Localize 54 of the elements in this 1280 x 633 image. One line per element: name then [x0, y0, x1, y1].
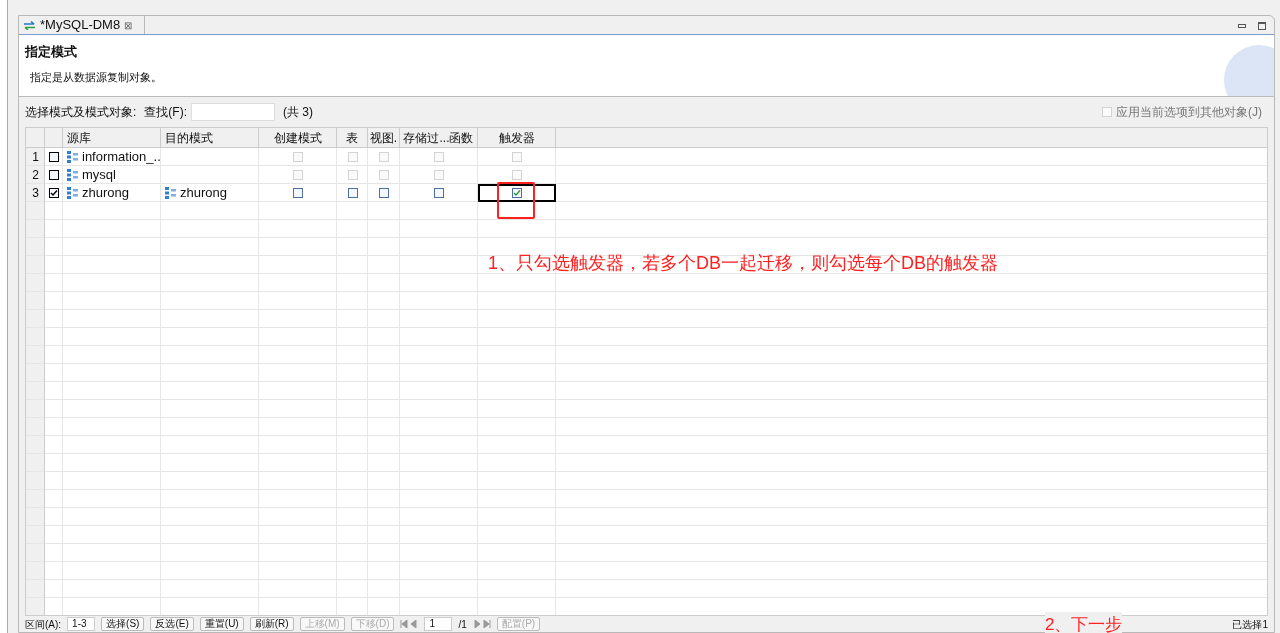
checkbox[interactable] [293, 188, 303, 198]
checkbox[interactable] [49, 170, 59, 180]
input-field[interactable]: 1 [424, 617, 453, 631]
page-description: 指定是从数据源复制对象。 [30, 69, 163, 85]
table-cell-text: zhurong [82, 184, 129, 203]
first-previous-page-icon[interactable] [400, 620, 419, 628]
result-count: (共 3) [283, 104, 313, 121]
column-header[interactable]: 源库 [63, 128, 161, 147]
column-header[interactable]: 触发器 [478, 128, 556, 147]
toolbar-button[interactable]: 选择(S) [101, 617, 145, 631]
schema-icon [67, 151, 79, 163]
checkbox[interactable] [49, 152, 59, 162]
page-title: 指定模式 [25, 43, 78, 61]
schema-icon [67, 187, 79, 199]
maximize-icon[interactable] [1258, 22, 1266, 30]
selection-status: 已选择1 [1232, 617, 1268, 632]
highlight-rectangle [497, 182, 535, 219]
checkbox[interactable] [49, 188, 59, 198]
schema-icon [67, 169, 79, 181]
section-label: 选择模式及模式对象: [25, 104, 137, 121]
check-icon [513, 189, 521, 197]
close-icon[interactable]: ⊠ [124, 17, 133, 33]
row-number: 1 [32, 149, 39, 166]
annotation-text: 1、只勾选触发器，若多个DB一起迁移，则勾选每个DB的触发器 [488, 252, 999, 275]
column-header[interactable]: 创建模式 [259, 128, 337, 147]
row-number: 2 [32, 167, 39, 184]
checkbox[interactable] [347, 188, 358, 198]
search-field[interactable] [191, 103, 275, 121]
column-header[interactable]: 视图. [368, 128, 400, 147]
column-header[interactable]: 存储过...函数 [400, 128, 478, 147]
bottom-label: 区间(A): [25, 617, 62, 632]
selected-cell[interactable] [478, 184, 556, 202]
search-label: 查找(F): [144, 104, 187, 121]
minimize-icon[interactable] [1238, 24, 1246, 28]
row-number: 3 [32, 185, 39, 202]
checkbox[interactable] [379, 188, 389, 198]
table-cell-text: zhurong [180, 184, 227, 203]
table-cell-text: mysql [82, 166, 116, 185]
table-cell-text: information_.. [82, 148, 161, 167]
input-field[interactable]: 1-3 [67, 617, 96, 631]
swap-arrows-icon [23, 20, 36, 30]
bottom-label: /1 [458, 617, 467, 632]
tab-title: *MySQL-DM8 [40, 16, 121, 35]
column-header[interactable]: 表 [337, 128, 368, 147]
checkbox[interactable] [434, 188, 444, 198]
annotation-text: 2、下一步 [1045, 612, 1123, 633]
next-last-page-icon[interactable] [472, 620, 491, 628]
check-icon [50, 189, 58, 197]
checkbox[interactable] [512, 188, 522, 198]
schema-icon [165, 187, 177, 199]
column-header[interactable]: 目的模式 [161, 128, 259, 147]
toolbar-button[interactable]: 重置(U) [199, 617, 244, 631]
toolbar-button[interactable]: 反选(E) [150, 617, 194, 631]
toolbar-button[interactable]: 刷新(R) [249, 617, 294, 631]
